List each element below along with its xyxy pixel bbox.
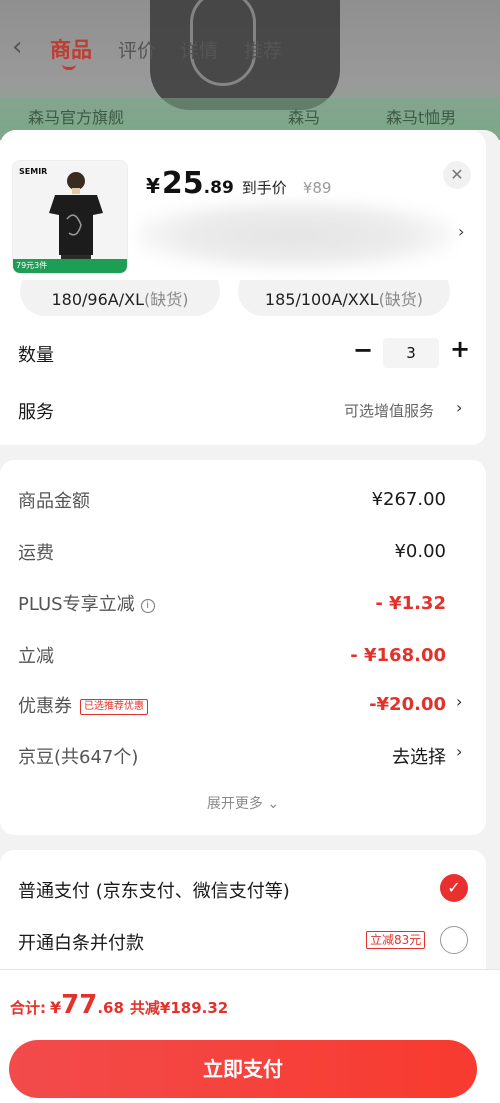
cost-breakdown-card: 商品金额 ¥267.00 运费 ¥0.00 PLUS专享立减 i - ¥1.32 … xyxy=(0,460,486,835)
strip-item[interactable]: 森马 xyxy=(288,104,320,128)
blurred-selection-info xyxy=(136,200,454,270)
tab-recommend[interactable]: 推荐 xyxy=(244,36,282,63)
total-integer: 77 xyxy=(61,990,98,1020)
chevron-right-icon[interactable]: › xyxy=(456,692,462,711)
checkout-footer: 合计: ¥ 77 .68 共减¥189.32 立即支付 xyxy=(0,969,500,1103)
size-option[interactable]: 180/96A/XL(缺货) xyxy=(20,280,220,316)
thumbnail-brand: SEMIR xyxy=(19,167,48,176)
total-row: 合计: ¥ 77 .68 共减¥189.32 xyxy=(10,990,228,1020)
size-label: 185/100A/XXL xyxy=(264,290,379,309)
baitiao-payment-label[interactable]: 开通白条并付款 xyxy=(18,929,144,955)
radio-unchecked-icon[interactable] xyxy=(440,926,468,954)
quantity-input[interactable]: 3 xyxy=(383,338,439,368)
close-icon[interactable]: ✕ xyxy=(443,161,471,189)
size-options: 180/96A/XL(缺货) 185/100A/XXL(缺货) xyxy=(0,280,486,316)
strip-item[interactable]: 森马t恤男 xyxy=(386,104,456,128)
quantity-minus-button[interactable]: − xyxy=(353,338,373,362)
normal-payment-label[interactable]: 普通支付 (京东支付、微信支付等) xyxy=(18,877,290,903)
service-label: 服务 xyxy=(18,402,54,423)
coupon-label: 优惠券 xyxy=(18,696,72,717)
product-summary-card: SEMIR 79元3件 ¥ 25 .89 到手价 ¥89 ✕ › 180/96A… xyxy=(0,130,486,445)
shipping-value: ¥0.00 xyxy=(394,541,446,562)
checkout-sheet: SEMIR 79元3件 ¥ 25 .89 到手价 ¥89 ✕ › 180/96A… xyxy=(0,130,500,1103)
total-currency: ¥ xyxy=(50,998,62,1017)
pay-now-button[interactable]: 立即支付 xyxy=(9,1040,477,1098)
original-price: ¥89 xyxy=(302,179,332,197)
background-nav-bar: ‹ 商品 评价 详情 推荐 ☆ ➦ ⋯ 16 xyxy=(0,30,500,70)
chevron-right-icon[interactable]: › xyxy=(456,742,462,761)
background-search-strip: 森马官方旗舰 森马 森马t恤男 xyxy=(0,98,500,132)
total-label: 合计: xyxy=(10,999,46,1017)
quantity-plus-button[interactable]: + xyxy=(450,337,470,361)
strip-item[interactable]: 森马官方旗舰 xyxy=(28,104,124,128)
shipping-label: 运费 xyxy=(18,543,54,564)
model-figure-icon xyxy=(49,172,103,265)
baitiao-promo-tag: 立减83元 xyxy=(366,931,426,949)
plus-discount-label: PLUS专享立减 xyxy=(18,594,135,615)
price-currency: ¥ xyxy=(146,174,160,198)
coupon-row[interactable]: 优惠券 已选推荐优惠 xyxy=(18,692,148,718)
tab-underline xyxy=(62,64,76,70)
total-decimal: .68 xyxy=(97,999,124,1017)
tab-product[interactable]: 商品 xyxy=(50,34,92,64)
expand-more-label: 展开更多 xyxy=(206,796,263,812)
tab-details[interactable]: 详情 xyxy=(180,36,218,63)
tab-reviews[interactable]: 评价 xyxy=(118,36,156,63)
price-row: ¥ 25 .89 到手价 ¥89 xyxy=(146,166,331,201)
jingdou-select[interactable]: 去选择 xyxy=(392,743,446,769)
goods-amount-label: 商品金额 xyxy=(18,491,90,512)
size-option[interactable]: 185/100A/XXL(缺货) xyxy=(238,280,450,316)
value-added-service-link[interactable]: 可选增值服务 xyxy=(344,400,434,421)
plus-discount-row: PLUS专享立减 i xyxy=(18,590,155,616)
price-integer: 25 xyxy=(161,166,204,201)
check-icon[interactable]: ✓ xyxy=(440,874,468,902)
expand-more-button[interactable]: 展开更多 ⌄ xyxy=(0,793,486,813)
quantity-label: 数量 xyxy=(18,345,54,366)
coupon-recommended-tag: 已选推荐优惠 xyxy=(80,699,148,715)
total-saved: 共减¥189.32 xyxy=(129,999,229,1017)
chevron-right-icon[interactable]: › xyxy=(456,398,462,417)
final-price-label: 到手价 xyxy=(241,179,287,197)
chevron-down-icon: ⌄ xyxy=(262,796,280,812)
instant-discount-value: - ¥168.00 xyxy=(350,645,446,666)
jingdou-label: 京豆(共647个) xyxy=(18,747,139,768)
size-status: (缺货) xyxy=(378,290,424,309)
product-thumbnail[interactable]: SEMIR 79元3件 xyxy=(12,160,128,274)
coupon-value[interactable]: -¥20.00 xyxy=(369,694,446,715)
size-status: (缺货) xyxy=(144,290,189,309)
price-decimal: .89 xyxy=(203,178,234,198)
goods-amount-value: ¥267.00 xyxy=(371,489,446,510)
info-icon[interactable]: i xyxy=(140,599,155,613)
back-arrow-icon[interactable]: ‹ xyxy=(12,32,22,62)
thumbnail-promo-tag: 79元3件 xyxy=(13,259,127,273)
size-label: 180/96A/XL xyxy=(51,290,145,309)
background-product-page: ‹ 商品 评价 详情 推荐 ☆ ➦ ⋯ 16 森马官方旗舰 森马 森马t恤男 xyxy=(0,0,500,140)
chevron-right-icon[interactable]: › xyxy=(458,222,464,241)
instant-discount-label: 立减 xyxy=(18,646,54,667)
plus-discount-value: - ¥1.32 xyxy=(375,593,446,614)
